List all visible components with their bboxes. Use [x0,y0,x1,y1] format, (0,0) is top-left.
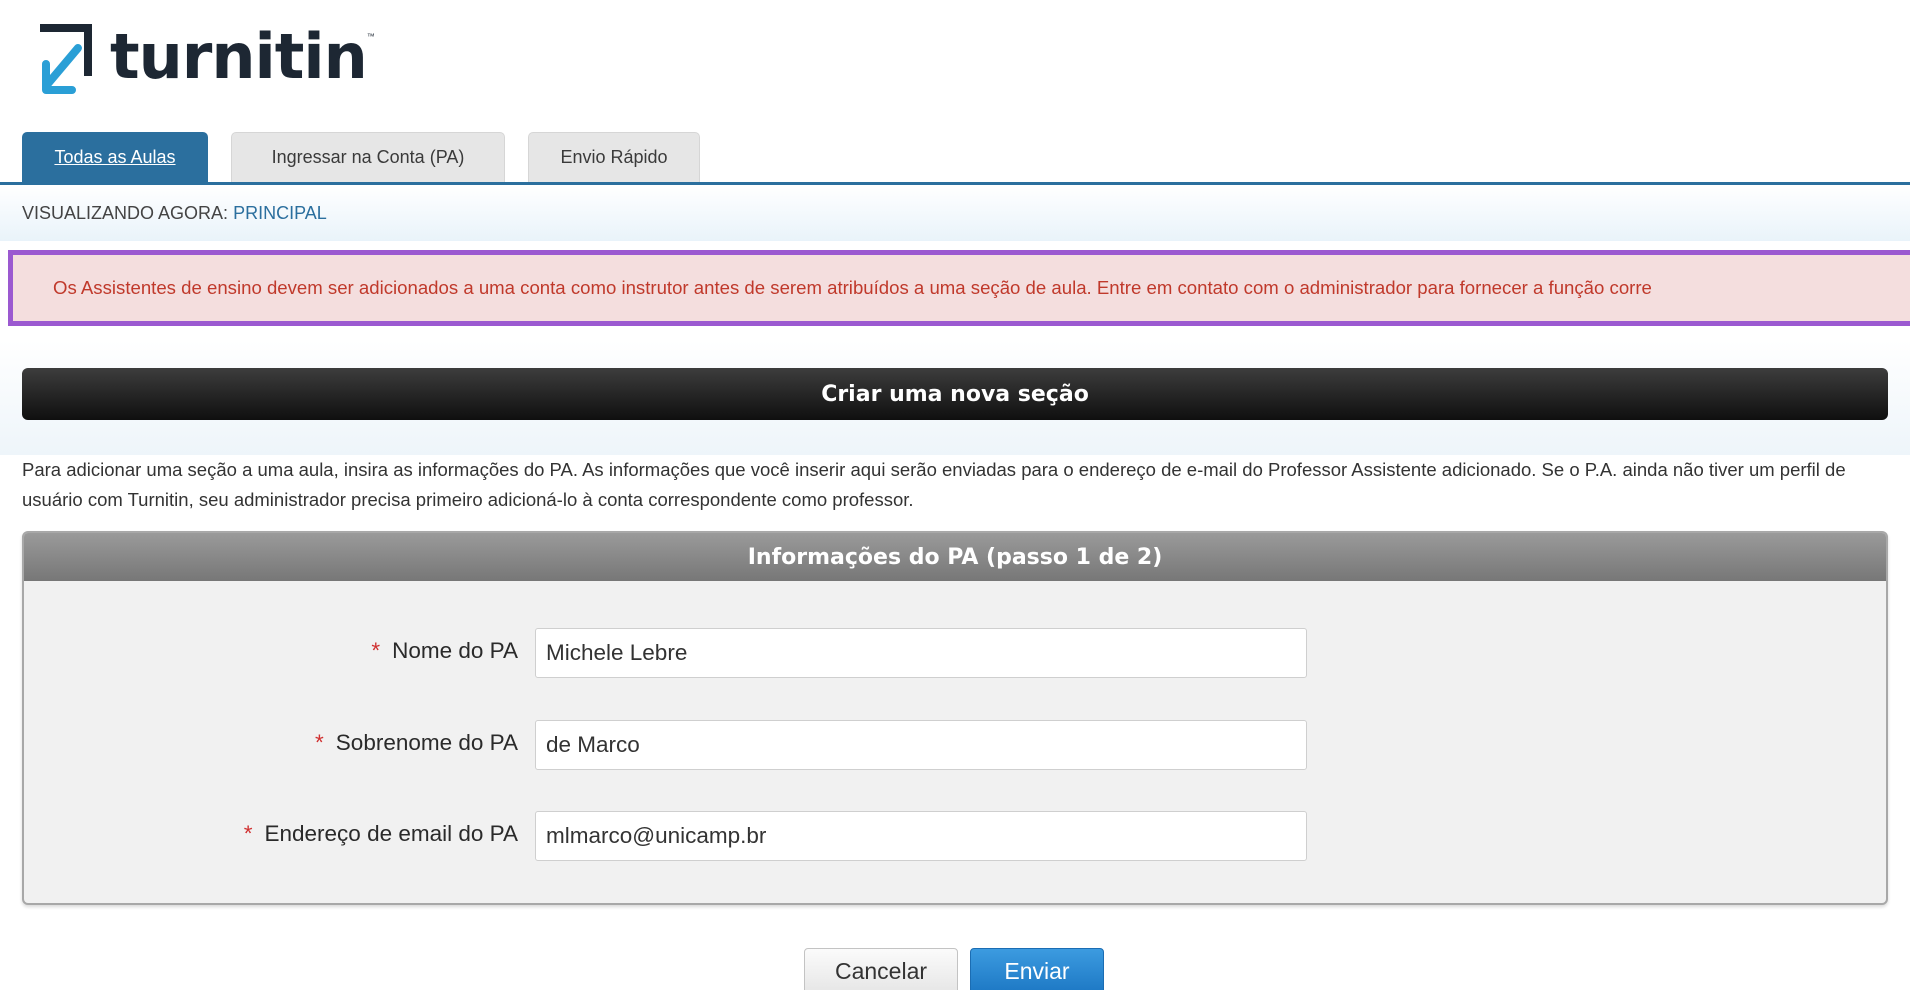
required-marker: * [371,638,381,663]
last-name-input[interactable] [535,720,1307,770]
tab-envio-rapido[interactable]: Envio Rápido [528,132,700,182]
form-row-last-name: * Sobrenome do PA [24,720,1886,770]
submit-button[interactable]: Enviar [970,948,1104,990]
tab-bar: Todas as Aulas Ingressar na Conta (PA) E… [22,132,700,182]
viewing-now-label: VISUALIZANDO AGORA: [22,203,229,223]
last-name-label-text: Sobrenome do PA [335,730,518,755]
page: turnitin ™ Todas as Aulas Ingressar na C… [0,0,1910,990]
viewing-now-value[interactable]: PRINCIPAL [233,203,327,223]
first-name-label: * Nome do PA [371,638,518,664]
last-name-label: * Sobrenome do PA [315,730,518,756]
viewing-strip: VISUALIZANDO AGORA: PRINCIPAL [0,185,1910,241]
alert-message: Os Assistentes de ensino devem ser adici… [8,250,1910,326]
brand-name: turnitin [110,20,368,93]
required-marker: * [243,821,253,846]
email-label-text: Endereço de email do PA [264,821,519,846]
pa-info-form: Informações do PA (passo 1 de 2) * Nome d… [22,531,1888,905]
description-text: Para adicionar uma seção a uma aula, ins… [22,459,1846,510]
turnitin-arrow-logo-icon [40,24,92,94]
alert-text: Os Assistentes de ensino devem ser adici… [53,277,1652,298]
tab-ingressar-na-conta[interactable]: Ingressar na Conta (PA) [231,132,505,182]
cancel-button[interactable]: Cancelar [804,948,958,990]
form-title: Informações do PA (passo 1 de 2) [24,533,1886,581]
turnitin-logo[interactable]: turnitin ™ [38,14,375,100]
first-name-input[interactable] [535,628,1307,678]
email-label: * Endereço de email do PA [244,821,518,847]
trademark-symbol: ™ [366,32,375,41]
viewing-now: VISUALIZANDO AGORA: PRINCIPAL [22,203,327,224]
tab-todas-as-aulas[interactable]: Todas as Aulas [22,132,208,182]
email-input[interactable] [535,811,1307,861]
form-row-email: * Endereço de email do PA [24,811,1886,861]
section-title: Criar uma nova seção [22,368,1888,420]
section-header-wrap: Criar uma nova seção [0,340,1910,455]
first-name-label-text: Nome do PA [392,638,518,663]
required-marker: * [315,730,324,755]
form-row-first-name: * Nome do PA [24,628,1886,678]
